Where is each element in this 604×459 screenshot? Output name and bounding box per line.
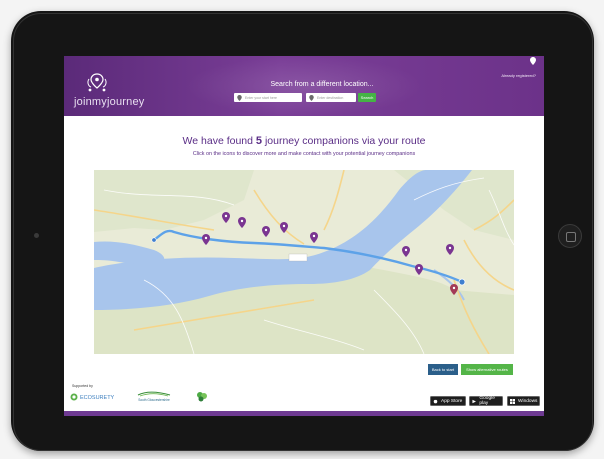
heading-suffix: journey companions via your route bbox=[264, 135, 426, 147]
app-screen: joinmyjourney Search from a different lo… bbox=[64, 56, 544, 416]
windows-store-label: Windows bbox=[518, 398, 538, 404]
site-header: joinmyjourney Search from a different lo… bbox=[64, 56, 544, 116]
ecosurety-logo[interactable]: ECOSURETY bbox=[70, 392, 122, 402]
partner-leaf-logo[interactable] bbox=[195, 390, 211, 403]
south-gloucestershire-logo[interactable]: South Gloucestershire bbox=[132, 389, 176, 403]
results-subheading: Click on the icons to discover more and … bbox=[192, 151, 416, 157]
map-canvas[interactable] bbox=[94, 170, 514, 354]
heading-prefix: We have found bbox=[182, 135, 253, 147]
start-location-placeholder: Enter your start here bbox=[245, 95, 277, 100]
destination-input[interactable]: Enter destination bbox=[306, 93, 356, 102]
companion-count: 5 bbox=[255, 135, 263, 147]
results-heading: We have found 5 journey companions via y… bbox=[64, 135, 544, 147]
destination-placeholder: Enter destination bbox=[317, 95, 344, 100]
route-start-dot bbox=[151, 237, 157, 243]
search-title: Search from a different location... bbox=[270, 81, 374, 88]
google-play-badge[interactable]: Google play bbox=[469, 396, 503, 406]
footer-bar bbox=[64, 411, 544, 416]
south-glos-text: South Gloucestershire bbox=[138, 398, 170, 402]
apple-icon bbox=[433, 399, 438, 403]
location-marker-icon bbox=[530, 57, 536, 65]
already-registered-link[interactable]: Already registered? bbox=[501, 73, 536, 78]
google-play-label: Google play bbox=[479, 396, 495, 406]
pin-icon bbox=[237, 94, 242, 101]
pin-icon bbox=[309, 94, 314, 101]
back-to-start-button[interactable]: Back to start bbox=[428, 364, 458, 375]
home-button[interactable] bbox=[558, 224, 582, 248]
logo-text[interactable]: joinmyjourney bbox=[74, 96, 144, 108]
supported-by-label: Supported by bbox=[72, 384, 93, 388]
start-location-input[interactable]: Enter your start here bbox=[234, 93, 302, 102]
front-camera bbox=[34, 233, 39, 238]
windows-store-badge[interactable]: Windows bbox=[507, 396, 540, 406]
route-map[interactable] bbox=[94, 170, 514, 354]
google-play-icon bbox=[472, 399, 476, 403]
route-info-box bbox=[288, 253, 308, 262]
app-store-label: App Store bbox=[441, 398, 463, 404]
windows-icon bbox=[510, 398, 515, 404]
search-button[interactable]: Search bbox=[358, 93, 376, 102]
ecosurety-text: ECOSURETY bbox=[80, 395, 115, 401]
location-pin-logo-icon[interactable] bbox=[86, 73, 108, 93]
alternative-routes-button[interactable]: Show alternative routes bbox=[461, 364, 513, 375]
route-destination-dot bbox=[458, 278, 466, 286]
app-store-badge[interactable]: App Store bbox=[430, 396, 466, 406]
